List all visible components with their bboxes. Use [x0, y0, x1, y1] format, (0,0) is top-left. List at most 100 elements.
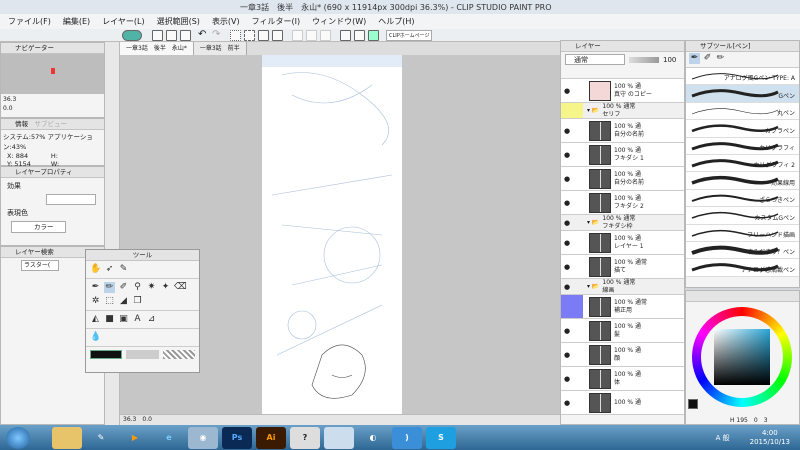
visibility-eye-icon[interactable]: ●: [561, 239, 573, 247]
layer-color-mark[interactable]: [573, 79, 583, 102]
value-value[interactable]: 3: [764, 417, 768, 424]
pen-group-icon[interactable]: ✒: [689, 53, 700, 64]
layer-color-mark[interactable]: [573, 391, 583, 414]
auto-select-icon[interactable]: ✲: [90, 296, 101, 307]
layer-color-mark[interactable]: [573, 255, 583, 278]
subtool-item[interactable]: フリーハンド描画: [686, 224, 799, 242]
layer-row[interactable]: ● 100 % 通フキダシ 1: [561, 143, 684, 167]
ie-icon[interactable]: e: [154, 427, 184, 449]
layer-folder-row[interactable]: ● ▾ 📂 100 % 通常 フキダシ枠: [561, 215, 684, 231]
hue-ring[interactable]: [692, 307, 792, 407]
subtool-item[interactable]: すみだまり？ペン: [686, 241, 799, 260]
layer-row[interactable]: ● 100 % 通自分の名前: [561, 167, 684, 191]
folder-icon[interactable]: ▾ 📂: [587, 219, 599, 226]
layer-row[interactable]: ● 100 % 通顔: [561, 343, 684, 367]
subtool-item[interactable]: アナログ感満載ペン: [686, 259, 799, 277]
visibility-eye-icon[interactable]: ●: [561, 127, 573, 135]
visibility-eye-icon[interactable]: ●: [561, 351, 573, 359]
layer-type-select[interactable]: ラスター(: [21, 260, 59, 271]
navigator-zoom[interactable]: 36.3: [1, 94, 104, 105]
layer-folder-row[interactable]: ● ▾ 📂 100 % 通常 線画: [561, 279, 684, 295]
layer-color-mark[interactable]: [573, 319, 583, 342]
menu-layer[interactable]: レイヤー(L): [102, 16, 144, 27]
illustrator-icon[interactable]: Ai: [256, 426, 286, 449]
opacity-value[interactable]: 100: [663, 56, 676, 64]
layer-color-mark[interactable]: [573, 119, 583, 142]
visibility-eye-icon[interactable]: ●: [561, 175, 573, 183]
new-file-icon[interactable]: [152, 30, 163, 41]
layer-folder-row[interactable]: ▾ 📂 100 % 通常 セリフ: [561, 103, 684, 119]
eyedropper-icon[interactable]: ✎: [118, 264, 129, 275]
layer-color-mark[interactable]: [573, 143, 583, 166]
menu-edit[interactable]: 編集(E): [63, 16, 90, 27]
saturation-value-square[interactable]: [714, 329, 770, 385]
eraser-icon[interactable]: ⌫: [174, 282, 187, 293]
layer-row[interactable]: ● 100 % 通常 描て: [561, 255, 684, 279]
crop-icon[interactable]: [244, 30, 255, 41]
gradient-tool-icon[interactable]: ■: [104, 314, 115, 325]
chrome-icon[interactable]: ◉: [188, 426, 218, 449]
subtool-item[interactable]: カリグラフィ: [686, 137, 799, 155]
hue-value[interactable]: 195: [736, 417, 747, 424]
navigator-preview[interactable]: [1, 54, 104, 94]
visibility-eye-icon[interactable]: ●: [561, 283, 573, 291]
ime-indicator[interactable]: A 般: [716, 433, 730, 443]
blend-mode-select[interactable]: 通常: [565, 54, 625, 65]
tab-subview[interactable]: サブビュー: [35, 120, 68, 128]
start-button[interactable]: [6, 426, 30, 449]
opacity-slider[interactable]: [629, 56, 659, 63]
main-color-swatch[interactable]: [688, 399, 698, 409]
subtool-item[interactable]: カスタムGペン: [686, 207, 799, 225]
transparent-swatch[interactable]: [162, 350, 195, 359]
visibility-eye-icon[interactable]: ●: [561, 219, 573, 227]
menu-view[interactable]: 表示(V): [212, 16, 240, 27]
folder-icon[interactable]: ▾ 📂: [587, 107, 599, 114]
layer-row[interactable]: ● 100 % 通髪: [561, 319, 684, 343]
ruler-icon[interactable]: [340, 30, 351, 41]
zoom-icon[interactable]: ⚲: [132, 282, 143, 293]
subtool-item[interactable]: 効果線用: [686, 172, 799, 190]
layer-row[interactable]: ● 100 % 通レイヤー 1: [561, 231, 684, 255]
text-icon[interactable]: A: [132, 314, 143, 325]
visibility-eye-icon[interactable]: ●: [561, 399, 573, 407]
hand-icon[interactable]: ✋: [90, 264, 101, 275]
navigator-angle[interactable]: 0.0: [1, 105, 104, 112]
blend-icon[interactable]: ❒: [132, 296, 143, 307]
status-angle[interactable]: 0.0: [142, 416, 152, 423]
clock[interactable]: 4:00 2015/10/13: [750, 429, 790, 447]
subtool-item[interactable]: アナログ風Gペン TYPE: A: [686, 68, 799, 86]
selection-icon[interactable]: ⬚: [104, 296, 115, 307]
clip-studio-icon[interactable]: [122, 30, 142, 41]
layer-color-mark[interactable]: [573, 279, 583, 294]
marker-group-icon[interactable]: ✐: [702, 53, 713, 64]
clear-selection-icon[interactable]: [230, 30, 241, 41]
skype-icon[interactable]: S: [426, 426, 456, 449]
main-color-swatch[interactable]: [90, 350, 123, 359]
status-zoom[interactable]: 36.3: [123, 416, 136, 423]
frame-icon[interactable]: ▣: [118, 314, 129, 325]
layer-color-mark[interactable]: [573, 295, 583, 318]
gradient-icon[interactable]: ◢: [118, 296, 129, 307]
visibility-eye-icon[interactable]: ●: [561, 327, 573, 335]
clip-paint-icon[interactable]: [324, 426, 354, 449]
menu-window[interactable]: ウィンドウ(W): [312, 16, 366, 27]
layer-row[interactable]: ● 100 % 通体: [561, 367, 684, 391]
clip-studio-icon[interactable]: ?: [290, 426, 320, 449]
canvas-page[interactable]: [262, 55, 402, 420]
tools-app-icon[interactable]: ✎: [86, 427, 116, 449]
layer-color-mark[interactable]: [573, 367, 583, 390]
layer-row[interactable]: 100 % 通常 補正用: [561, 295, 684, 319]
menu-help[interactable]: ヘルプ(H): [378, 16, 414, 27]
airbrush-icon[interactable]: ✦: [160, 282, 171, 293]
perspective-icon[interactable]: [354, 30, 365, 41]
pen-icon[interactable]: ✒: [90, 282, 101, 293]
visibility-eye-icon[interactable]: ●: [561, 199, 573, 207]
photoshop-icon[interactable]: Ps: [222, 426, 252, 449]
layer-color-mark[interactable]: [573, 343, 583, 366]
visibility-eye-icon[interactable]: ●: [561, 87, 573, 95]
brush-icon[interactable]: ✐: [118, 282, 129, 293]
visibility-eye-icon[interactable]: ●: [561, 151, 573, 159]
tab-info[interactable]: 情報: [15, 120, 28, 128]
menu-filter[interactable]: フィルター(I): [252, 16, 300, 27]
color-mix-icon[interactable]: 💧: [90, 332, 101, 343]
